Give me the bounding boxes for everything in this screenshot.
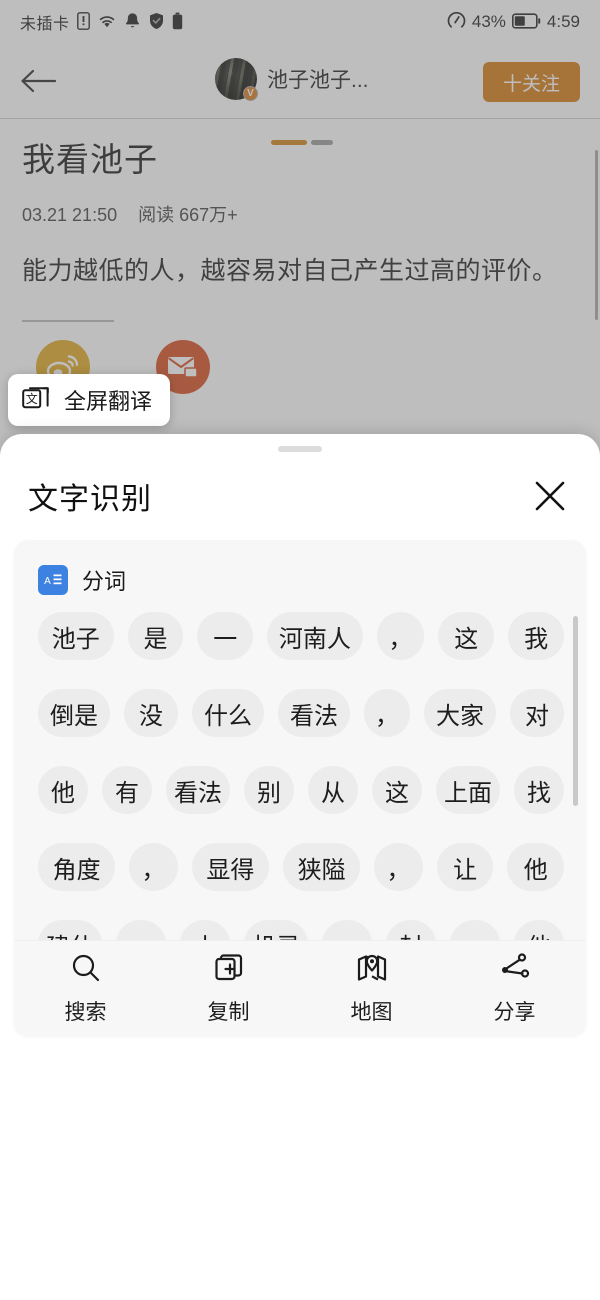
phone-screen: 未插卡 43% 4:59 V 池子池子... 十关注 我看池子 03.21 21…	[0, 0, 600, 1300]
translate-icon: 文	[22, 384, 52, 417]
token-chip[interactable]: 上面	[436, 766, 500, 814]
token-chip[interactable]: 他	[38, 766, 88, 814]
fullscreen-translate-button[interactable]: 文 全屏翻译	[8, 374, 171, 426]
token-chip[interactable]: 角度	[38, 843, 116, 891]
map-label: 地图	[350, 1000, 393, 1024]
token-list-scroll-thumb[interactable]	[573, 616, 578, 806]
token-chip[interactable]: 没	[124, 689, 178, 737]
search-label: 搜索	[64, 1000, 107, 1024]
token-chip[interactable]: 从	[308, 766, 358, 814]
token-chip[interactable]: 显得	[191, 843, 269, 891]
copy-action[interactable]: 复制	[157, 952, 300, 1026]
token-chip[interactable]: 河南人	[267, 612, 363, 660]
segmentation-label: 分词	[82, 569, 127, 594]
token-chip[interactable]: 什么	[192, 689, 264, 737]
token-chip[interactable]: ，	[129, 843, 178, 891]
share-action[interactable]: 分享	[443, 952, 586, 1026]
token-chip[interactable]: ，	[374, 843, 423, 891]
token-chip[interactable]: 这	[372, 766, 422, 814]
token-chip[interactable]: 这	[438, 612, 495, 660]
copy-icon	[213, 952, 245, 989]
translate-label: 全屏翻译	[64, 389, 153, 414]
search-icon	[70, 952, 102, 989]
token-row: 池子是一河南人 ， 这我	[38, 612, 564, 660]
token-chip[interactable]: 有	[102, 766, 152, 814]
token-chip[interactable]: 大家	[424, 689, 496, 737]
token-chip[interactable]: 一	[197, 612, 254, 660]
sheet-title: 文字识别	[28, 483, 152, 516]
token-chip[interactable]: ，	[364, 689, 410, 737]
sheet-header: 文字识别	[0, 452, 600, 518]
segmentation-icon: A	[38, 565, 68, 595]
token-list-scrollbar[interactable]	[573, 616, 578, 956]
token-chip[interactable]: 池子	[38, 612, 114, 660]
token-chip[interactable]: 看法	[278, 689, 350, 737]
search-action[interactable]: 搜索	[14, 952, 157, 1026]
svg-text:A: A	[44, 576, 51, 587]
token-chip[interactable]: 狭隘	[283, 843, 361, 891]
action-toolbar: 搜索 复制 地图 分享	[14, 940, 586, 1036]
map-action[interactable]: 地图	[300, 952, 443, 1026]
token-row: 倒是没什么 看法 ， 大家对	[38, 689, 564, 737]
close-icon[interactable]	[528, 474, 572, 518]
token-chip[interactable]: 对	[510, 689, 564, 737]
text-recognition-sheet: 文字识别 A 分词 池子是一河南人，这我倒是没什么 看法，大家对他有看法别从 这…	[0, 434, 600, 1300]
token-list[interactable]: 池子是一河南人，这我倒是没什么 看法，大家对他有看法别从这上面找角度，显得 狭隘，让…	[14, 612, 586, 972]
token-rows: 池子是一河南人，这我倒是没什么 看法，大家对他有看法别从这上面找角度，显得 狭隘，让…	[38, 612, 564, 968]
token-chip[interactable]: 我	[508, 612, 564, 660]
article-scrollbar[interactable]	[595, 150, 598, 320]
share-label: 分享	[493, 1000, 536, 1024]
svg-text:文: 文	[26, 391, 38, 406]
token-chip[interactable]: 让	[436, 843, 494, 891]
token-row: 他有看法别从这上面找	[38, 766, 564, 814]
map-icon	[356, 952, 388, 989]
segmentation-header: A 分词	[14, 540, 586, 596]
token-chip[interactable]: ，	[376, 612, 425, 660]
segmentation-card: A 分词 池子是一河南人，这我倒是没什么 看法，大家对他有看法别从这上面找角度，显…	[14, 540, 586, 1036]
token-chip[interactable]: 他	[507, 843, 564, 891]
token-chip[interactable]: 倒是	[38, 689, 110, 737]
copy-label: 复制	[207, 1000, 250, 1024]
token-chip[interactable]: 看法	[166, 766, 230, 814]
token-chip[interactable]: 是	[127, 612, 184, 660]
token-chip[interactable]: 别	[244, 766, 294, 814]
token-chip[interactable]: 找	[514, 766, 564, 814]
token-row: 角度 ， 显得 狭隘 ， 让他	[38, 843, 564, 891]
share-icon	[499, 952, 531, 989]
